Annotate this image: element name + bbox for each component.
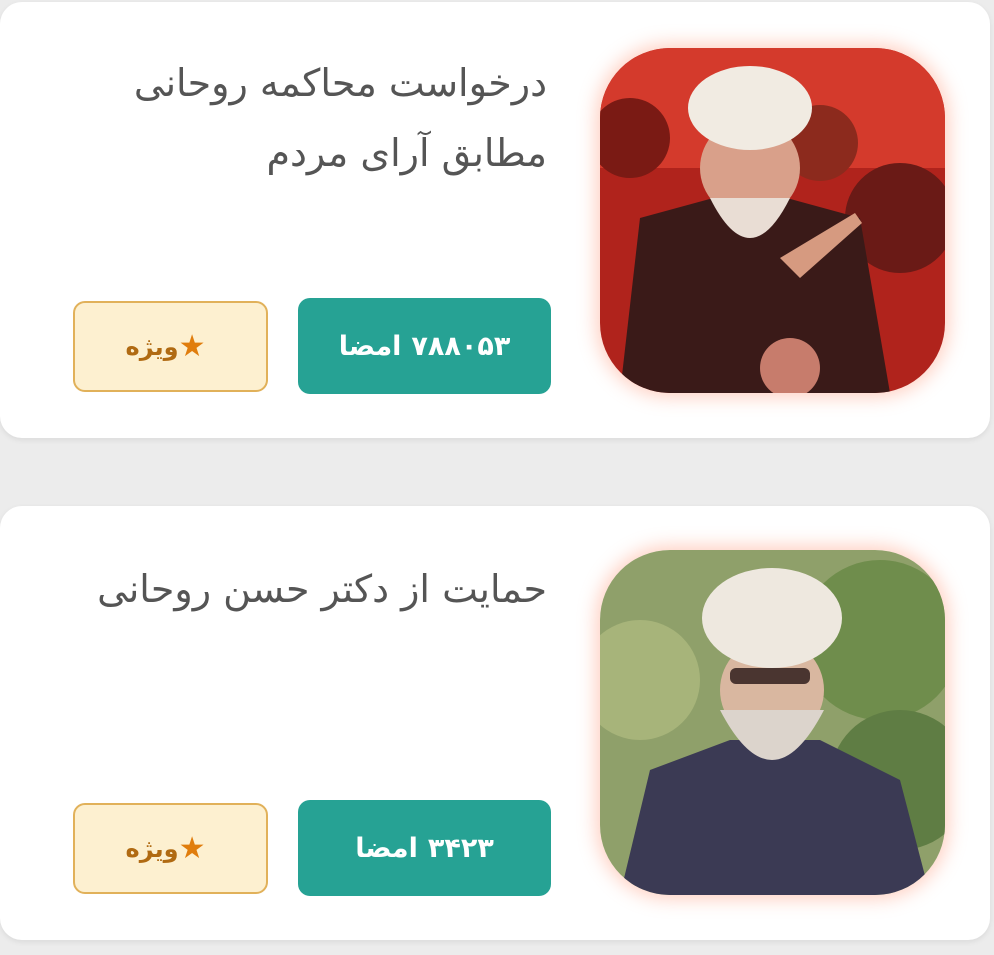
- petition-photo-image: [600, 48, 945, 393]
- petition-title-line: حمایت از دکتر حسن روحانی: [97, 567, 547, 611]
- featured-badge[interactable]: ★ ویژه: [73, 803, 268, 894]
- petition-photo[interactable]: [600, 550, 945, 895]
- petition-card[interactable]: حمایت از دکتر حسن روحانی ۳۴۲۳ امضا ★ ویژ…: [0, 506, 990, 940]
- signature-count: ۷۸۸۰۵۳: [411, 330, 511, 362]
- star-icon: ★: [178, 831, 206, 866]
- petition-card[interactable]: درخواست محاکمه روحانی مطابق آرای مردم ۷۸…: [0, 2, 990, 438]
- petition-title[interactable]: حمایت از دکتر حسن روحانی: [27, 554, 547, 624]
- petition-photo-image: [600, 550, 945, 895]
- petition-title-line: درخواست محاکمه روحانی: [133, 61, 547, 105]
- petition-title[interactable]: درخواست محاکمه روحانی مطابق آرای مردم: [27, 48, 547, 188]
- star-icon: ★: [178, 329, 206, 364]
- signature-label: امضا: [355, 832, 418, 864]
- signature-count: ۳۴۲۳: [427, 832, 494, 864]
- signature-count-button[interactable]: ۳۴۲۳ امضا: [298, 800, 551, 896]
- featured-label: ویژه: [125, 332, 179, 361]
- petition-photo[interactable]: [600, 48, 945, 393]
- signature-label: امضا: [338, 330, 402, 362]
- signature-count-button[interactable]: ۷۸۸۰۵۳ امضا: [298, 298, 551, 394]
- featured-label: ویژه: [125, 834, 179, 863]
- featured-badge[interactable]: ★ ویژه: [73, 301, 268, 392]
- petition-title-line: مطابق آرای مردم: [266, 131, 547, 175]
